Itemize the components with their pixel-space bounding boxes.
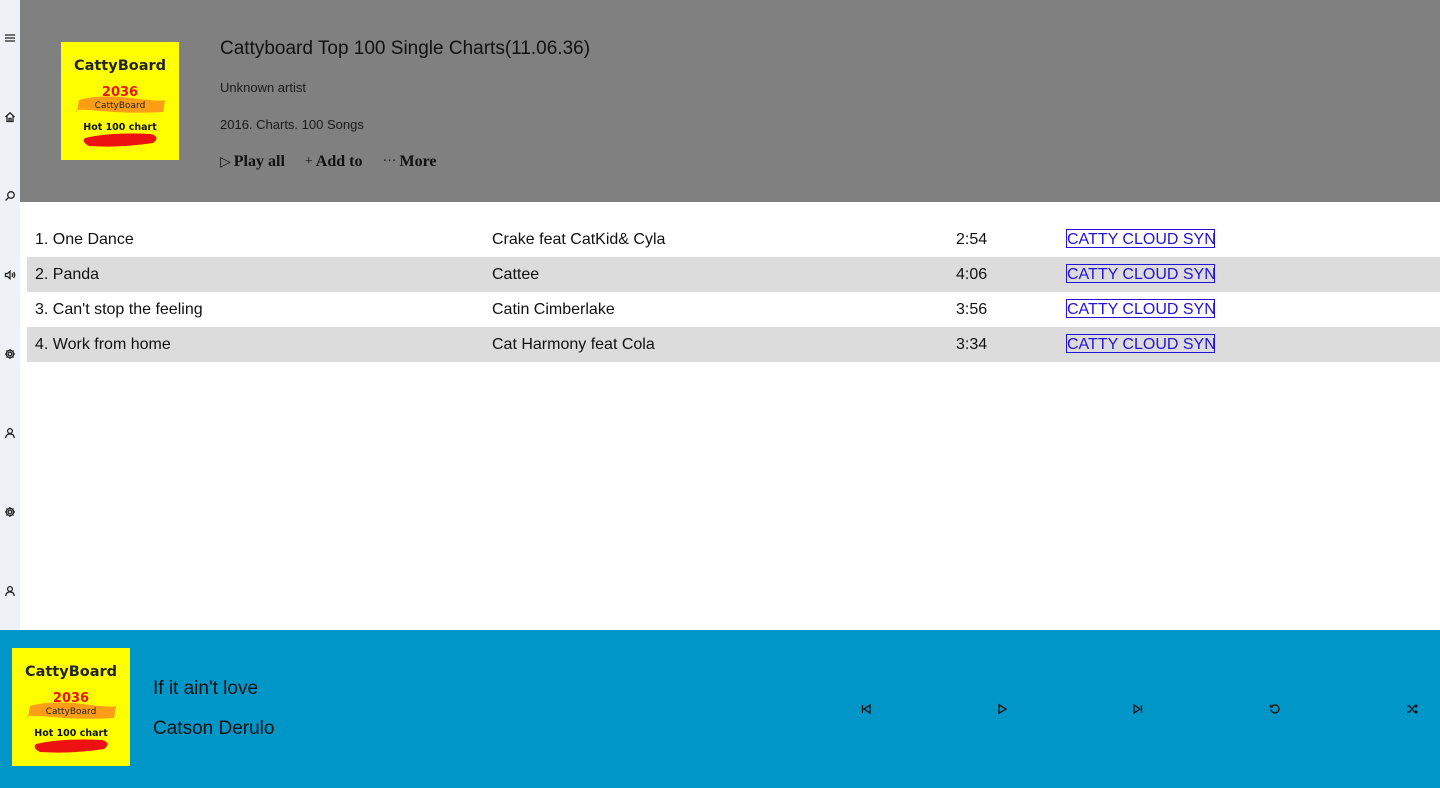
- search-icon[interactable]: [0, 186, 20, 206]
- volume-icon[interactable]: [0, 265, 20, 285]
- album-cover: CattyBoard 2036 CattyBoard Hot 100 chart: [61, 42, 179, 160]
- user-icon[interactable]: [0, 423, 20, 443]
- table-row[interactable]: 1. One Dance Crake feat CatKid& Cyla 2:5…: [27, 222, 1440, 257]
- cover-brand: CattyBoard: [74, 58, 166, 74]
- next-icon[interactable]: [1128, 699, 1148, 719]
- table-row[interactable]: 4. Work from home Cat Harmony feat Cola …: [27, 327, 1440, 362]
- album-title: Cattyboard Top 100 Single Charts(11.06.3…: [220, 38, 591, 59]
- more-icon: ···: [382, 154, 397, 169]
- table-row[interactable]: 2. Panda Cattee 4:06 CATTY CLOUD SYNC: [27, 257, 1440, 292]
- now-playing-artist: Catson Derulo: [153, 718, 275, 739]
- track-duration: 4:06: [956, 266, 988, 283]
- track-duration: 3:56: [956, 301, 988, 318]
- add-to-button[interactable]: + Add to: [305, 153, 363, 171]
- cloud-sync-button[interactable]: CATTY CLOUD SYNC: [1066, 334, 1215, 353]
- play-all-button[interactable]: ▷ Play all: [220, 153, 285, 171]
- cover-brand: CattyBoard: [25, 664, 117, 680]
- settings-icon[interactable]: [0, 344, 20, 364]
- cloud-sync-button[interactable]: CATTY CLOUD SYNC: [1066, 229, 1215, 248]
- track-artist: Cattee: [492, 266, 540, 283]
- home-icon[interactable]: [0, 107, 20, 127]
- table-row[interactable]: 3. Can't stop the feeling Catin Cimberla…: [27, 292, 1440, 327]
- plus-icon: +: [304, 154, 313, 169]
- cover-year: 2036: [102, 85, 138, 100]
- more-label: More: [399, 153, 437, 170]
- album-meta: 2016. Charts. 100 Songs: [220, 117, 364, 132]
- previous-icon[interactable]: [856, 699, 876, 719]
- track-duration: 2:54: [956, 231, 988, 248]
- play-all-label: Play all: [233, 153, 285, 170]
- shuffle-icon[interactable]: [1402, 699, 1422, 719]
- cloud-sync-button[interactable]: CATTY CLOUD SYNC: [1066, 264, 1215, 283]
- track-artist: Catin Cimberlake: [492, 301, 615, 318]
- album-header: CattyBoard 2036 CattyBoard Hot 100 chart…: [20, 0, 1440, 202]
- cover-sub-brand: CattyBoard: [95, 101, 146, 111]
- more-button[interactable]: ··· More: [382, 153, 436, 171]
- player-bar: CattyBoard 2036 CattyBoard Hot 100 chart…: [0, 630, 1440, 788]
- track-title: 1. One Dance: [35, 231, 134, 248]
- cover-caption: Hot 100 chart: [83, 122, 157, 133]
- settings-icon[interactable]: [0, 502, 20, 522]
- add-to-label: Add to: [315, 153, 363, 170]
- cloud-sync-button[interactable]: CATTY CLOUD SYNC: [1066, 299, 1215, 318]
- play-icon[interactable]: [992, 699, 1012, 719]
- now-playing-cover: CattyBoard 2036 CattyBoard Hot 100 chart: [12, 648, 130, 766]
- repeat-icon[interactable]: [1265, 699, 1285, 719]
- track-artist: Cat Harmony feat Cola: [492, 336, 655, 353]
- track-list: 1. One Dance Crake feat CatKid& Cyla 2:5…: [27, 222, 1440, 362]
- now-playing-title: If it ain't love: [153, 678, 259, 699]
- menu-icon[interactable]: [0, 28, 20, 48]
- track-title: 3. Can't stop the feeling: [35, 301, 203, 318]
- album-artist: Unknown artist: [220, 80, 306, 95]
- cover-year: 2036: [53, 691, 89, 706]
- play-icon: ▷: [220, 154, 231, 170]
- track-duration: 3:34: [956, 336, 988, 353]
- user-icon[interactable]: [0, 581, 20, 601]
- cover-caption: Hot 100 chart: [34, 728, 108, 739]
- album-actions: ▷ Play all + Add to ··· More: [220, 153, 437, 171]
- cover-sub-brand: CattyBoard: [46, 707, 97, 717]
- track-artist: Crake feat CatKid& Cyla: [492, 231, 666, 248]
- track-title: 2. Panda: [35, 266, 100, 283]
- track-title: 4. Work from home: [35, 336, 171, 353]
- nav-rail: [0, 0, 20, 630]
